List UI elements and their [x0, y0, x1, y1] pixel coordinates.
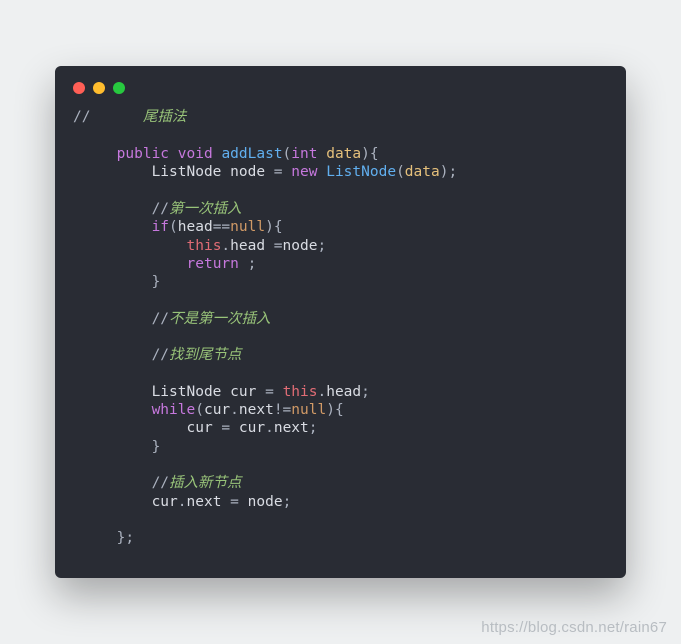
minimize-dot-icon: [93, 82, 105, 94]
field-next: next: [239, 402, 274, 418]
kw-new: new: [291, 164, 317, 180]
var-cur: cur: [152, 494, 178, 510]
kw-this: this: [187, 238, 222, 254]
watermark-text: https://blog.csdn.net/rain67: [481, 619, 667, 636]
field-next: next: [274, 420, 309, 436]
kw-null: null: [230, 219, 265, 235]
kw-if: if: [152, 219, 169, 235]
var-cur: cur: [239, 420, 265, 436]
var-node: node: [230, 164, 265, 180]
close-brace: };: [117, 530, 134, 546]
kw-null: null: [291, 402, 326, 418]
type-listnode: ListNode: [152, 384, 222, 400]
kw-public: public: [117, 146, 169, 162]
ctor-listnode: ListNode: [326, 164, 396, 180]
kw-void: void: [178, 146, 213, 162]
comment-slashes: //: [152, 311, 169, 327]
comment-slashes: //: [152, 347, 169, 363]
kw-while: while: [152, 402, 196, 418]
var-cur: cur: [187, 420, 213, 436]
code-block: // 尾插法 public void addLast(int data){ Li…: [55, 108, 626, 547]
type-listnode: ListNode: [152, 164, 222, 180]
kw-this: this: [283, 384, 318, 400]
var-cur: cur: [204, 402, 230, 418]
var-cur: cur: [230, 384, 256, 400]
close-dot-icon: [73, 82, 85, 94]
maximize-dot-icon: [113, 82, 125, 94]
comment-text: 尾插法: [143, 109, 187, 125]
var-node: node: [283, 238, 318, 254]
comment-text: 不是第一次插入: [169, 311, 271, 327]
comment-text: 插入新节点: [169, 475, 242, 491]
param-data: data: [326, 146, 361, 162]
comment-text: 第一次插入: [169, 201, 242, 217]
var-node: node: [248, 494, 283, 510]
kw-return: return: [187, 256, 239, 272]
field-next: next: [187, 494, 222, 510]
method-name: addLast: [221, 146, 282, 162]
kw-int: int: [291, 146, 317, 162]
comment-slashes: //: [152, 201, 169, 217]
comment-text: 找到尾节点: [169, 347, 242, 363]
window-titlebar: [55, 66, 626, 108]
field-head: head: [326, 384, 361, 400]
field-head: head: [230, 238, 265, 254]
arg-data: data: [405, 164, 440, 180]
comment-slashes: //: [73, 109, 143, 125]
var-head: head: [178, 219, 213, 235]
comment-slashes: //: [152, 475, 169, 491]
code-window: // 尾插法 public void addLast(int data){ Li…: [55, 66, 626, 577]
